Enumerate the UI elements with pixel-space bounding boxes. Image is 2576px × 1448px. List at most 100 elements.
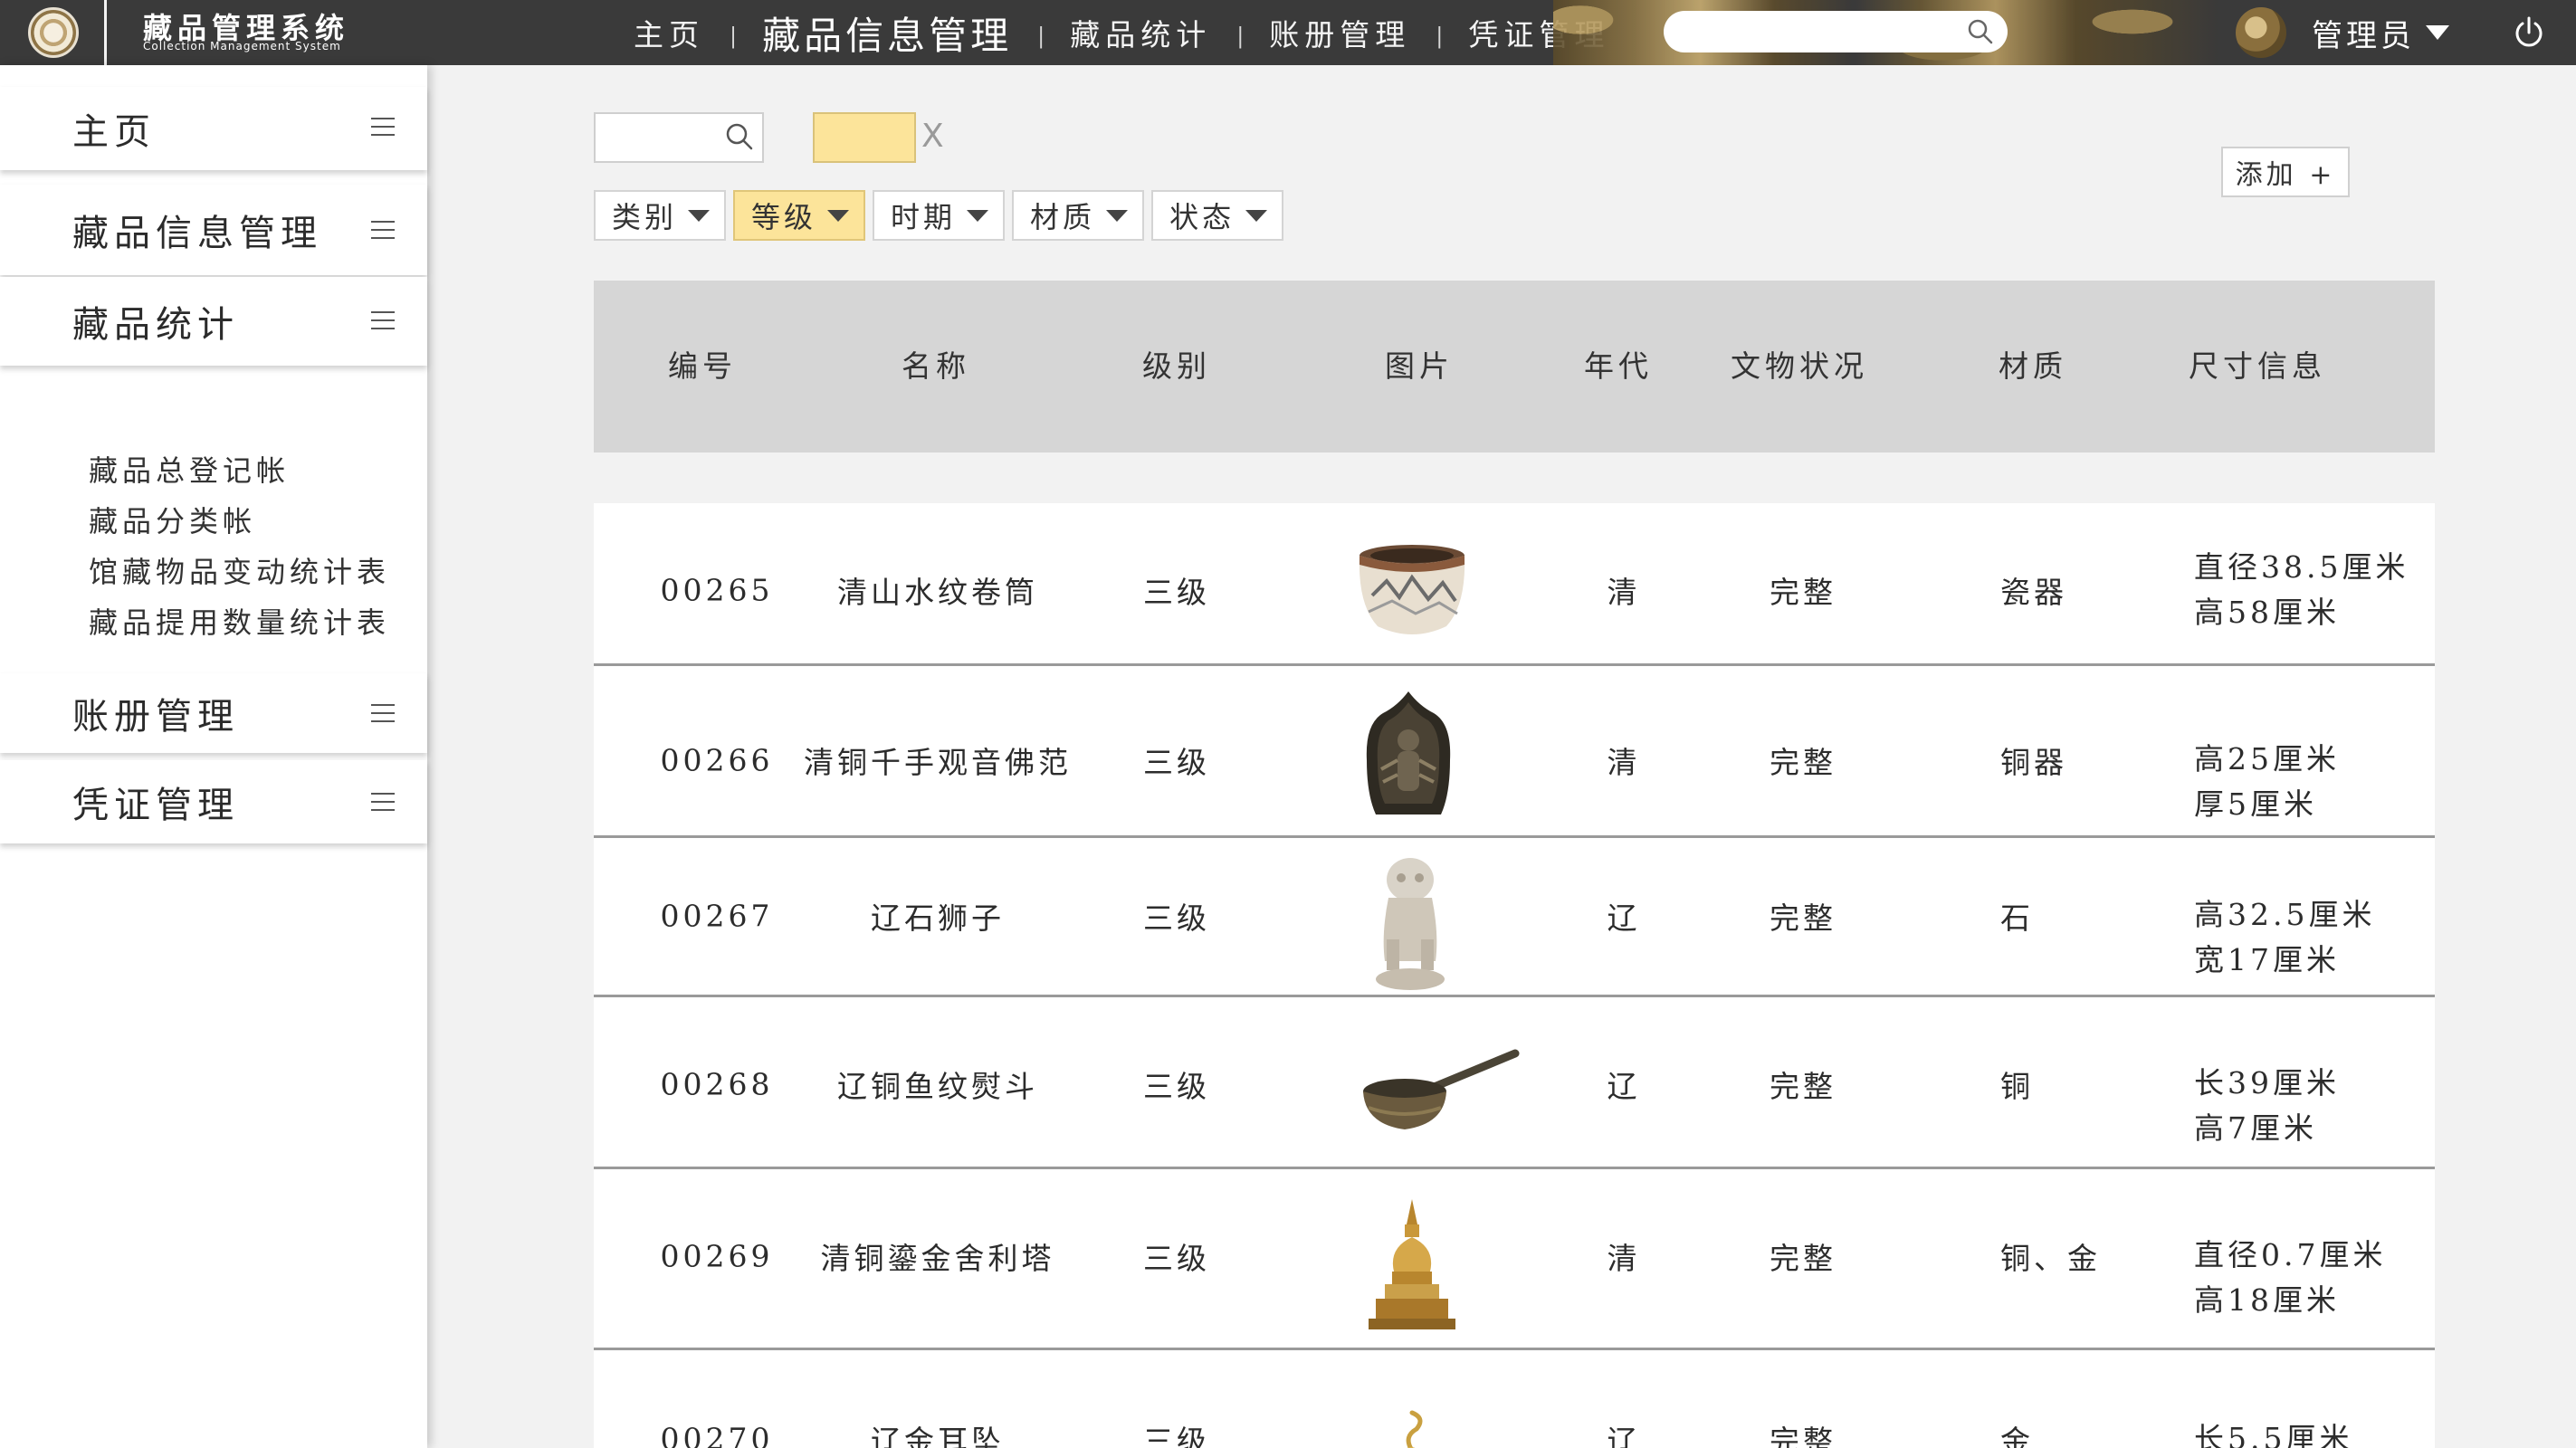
cell-condition: 完整	[1770, 1241, 1837, 1276]
cell-material: 石	[2000, 900, 2034, 936]
user-avatar[interactable]	[2236, 7, 2286, 58]
cell-level: 三级	[1143, 1424, 1210, 1448]
sidebar-item-voucher[interactable]: 凭证管理	[0, 760, 427, 843]
size-line: 高32.5厘米	[2194, 897, 2376, 932]
logo-divider	[104, 0, 107, 65]
cell-era: 辽	[1607, 1069, 1641, 1104]
menu-icon	[371, 118, 395, 138]
cell-level: 三级	[1143, 575, 1210, 610]
user-name[interactable]: 管理员	[2312, 11, 2415, 55]
cell-name[interactable]: 辽石狮子	[871, 894, 1005, 938]
submenu-category-ledger[interactable]: 藏品分类帐	[89, 496, 390, 547]
table-row[interactable]: 00269 清铜鎏金舍利塔 三级 清 完整 铜、金 直径0.7厘米 高18厘米	[594, 1169, 2435, 1350]
filter-period[interactable]: 时期	[873, 190, 1006, 241]
sidebar-item-label: 藏品信息管理	[72, 213, 322, 254]
sidebar-item-label: 凭证管理	[72, 785, 239, 826]
cell-name[interactable]: 清铜鎏金舍利塔	[821, 1234, 1055, 1278]
artifact-thumbnail[interactable]	[1361, 688, 1455, 822]
cell-name[interactable]: 辽铜鱼纹熨斗	[837, 1062, 1038, 1106]
sidebar-item-home[interactable]: 主页	[0, 87, 427, 170]
cell-material: 瓷器	[2000, 575, 2067, 610]
artifact-thumbnail[interactable]	[1360, 1048, 1522, 1138]
menu-icon	[371, 221, 395, 241]
caret-down-icon	[1245, 209, 1268, 222]
museum-logo	[28, 7, 79, 58]
nav-separator: |	[1436, 24, 1444, 49]
artifact-thumbnail[interactable]	[1365, 1197, 1459, 1333]
column-header-size: 尺寸信息	[2189, 348, 2326, 384]
filter-status[interactable]: 状态	[1151, 190, 1284, 241]
sidebar-item-statistics[interactable]: 藏品统计	[0, 277, 427, 366]
column-header-image: 图片	[1385, 348, 1454, 384]
column-header-id: 编号	[668, 348, 737, 384]
search-icon[interactable]	[1966, 17, 1995, 46]
size-line: 高58厘米	[2194, 595, 2340, 630]
table-row[interactable]: 00265 清山水纹卷筒 三级 清 完整 瓷器 直径38.5厘米 高58厘米	[594, 503, 2435, 666]
submenu-change-report[interactable]: 馆藏物品变动统计表	[89, 547, 390, 597]
cell-condition: 完整	[1770, 745, 1837, 780]
filter-grade[interactable]: 等级	[733, 190, 866, 241]
column-header-material: 材质	[1999, 348, 2067, 384]
power-icon[interactable]	[2511, 14, 2547, 51]
submenu-general-ledger[interactable]: 藏品总登记帐	[89, 445, 390, 496]
filter-material[interactable]: 材质	[1012, 190, 1145, 241]
sidebar-item-label: 账册管理	[72, 696, 239, 738]
topnav-home[interactable]: 主页	[634, 11, 704, 54]
topnav-ledger[interactable]: 账册管理	[1269, 11, 1410, 54]
artifact-thumbnail[interactable]	[1389, 1409, 1435, 1448]
column-header-name: 名称	[902, 348, 970, 384]
submenu-usage-report[interactable]: 藏品提用数量统计表	[89, 597, 390, 648]
sidebar-item-collection-info[interactable]: 藏品信息管理	[0, 185, 427, 275]
filter-label: 时期	[891, 200, 957, 234]
top-search-input[interactable]	[1664, 11, 2008, 52]
menu-icon	[371, 704, 395, 724]
artifact-thumbnail[interactable]	[1356, 541, 1468, 639]
cell-level: 三级	[1143, 1069, 1210, 1104]
active-filter-chip[interactable]	[813, 112, 916, 163]
topnav-collection-info[interactable]: 藏品信息管理	[762, 5, 1012, 61]
add-button[interactable]: 添加 +	[2221, 147, 2350, 197]
cell-era: 辽	[1607, 900, 1641, 936]
clear-filter-button[interactable]: X	[921, 118, 944, 155]
column-header-level: 级别	[1142, 348, 1211, 384]
top-bar: 藏品管理系统 Collection Management System 主页 |…	[0, 0, 2576, 65]
sidebar-item-ledger[interactable]: 账册管理	[0, 673, 427, 753]
cell-level: 三级	[1143, 1241, 1210, 1276]
table-row[interactable]: 00268 辽铜鱼纹熨斗 三级 辽 完整 铜 长39厘米 高7厘米	[594, 997, 2435, 1169]
size-line: 高7厘米	[2194, 1110, 2317, 1146]
size-line: 长5.5厘米	[2194, 1421, 2353, 1448]
cell-era: 清	[1607, 575, 1641, 610]
nav-separator: |	[1236, 24, 1245, 49]
cell-material: 金	[2000, 1424, 2034, 1448]
statistics-submenu: 藏品总登记帐 藏品分类帐 馆藏物品变动统计表 藏品提用数量统计表	[89, 445, 390, 648]
search-icon[interactable]	[724, 121, 755, 152]
size-line: 直径38.5厘米	[2194, 549, 2409, 585]
cell-id: 00268	[660, 1066, 774, 1102]
chevron-down-icon[interactable]	[2426, 25, 2449, 40]
topnav-statistics[interactable]: 藏品统计	[1070, 11, 1211, 54]
cell-condition: 完整	[1770, 1424, 1837, 1448]
filter-label: 等级	[751, 200, 817, 234]
cell-id: 00265	[660, 572, 774, 608]
size-line: 厚5厘米	[2194, 786, 2317, 822]
sidebar: 主页 藏品信息管理 藏品统计 藏品总登记帐 藏品分类帐 馆藏物品变动统计表 藏品…	[0, 65, 427, 1448]
cell-id: 00266	[660, 742, 774, 778]
table-row[interactable]: 00267 辽石狮子 三级 辽 完整 石 高32.5厘米 宽17厘米	[594, 838, 2435, 997]
filter-label: 类别	[612, 200, 678, 234]
cell-era: 清	[1607, 1241, 1641, 1276]
size-line: 宽17厘米	[2194, 942, 2340, 977]
size-line: 高25厘米	[2194, 741, 2340, 776]
cell-name[interactable]: 清铜千手观音佛范	[804, 738, 1072, 782]
filter-category[interactable]: 类别	[594, 190, 727, 241]
cell-name[interactable]: 辽金耳坠	[871, 1417, 1005, 1448]
cell-name[interactable]: 清山水纹卷筒	[837, 568, 1038, 612]
cell-id: 00270	[660, 1421, 774, 1448]
cell-size: 高25厘米 厚5厘米	[2194, 737, 2340, 827]
size-line: 高18厘米	[2194, 1282, 2340, 1318]
cell-material: 铜	[2000, 1069, 2034, 1104]
table-row[interactable]: 00270 辽金耳坠 三级 辽 完整 金 长5.5厘米	[594, 1350, 2435, 1448]
caret-down-icon	[827, 209, 850, 222]
cell-size: 高32.5厘米 宽17厘米	[2194, 892, 2375, 983]
artifact-thumbnail[interactable]	[1369, 853, 1452, 994]
table-row[interactable]: 00266 清铜千手观音佛范 三级 清 完整 铜器 高25厘米 厚5厘米	[594, 666, 2435, 838]
